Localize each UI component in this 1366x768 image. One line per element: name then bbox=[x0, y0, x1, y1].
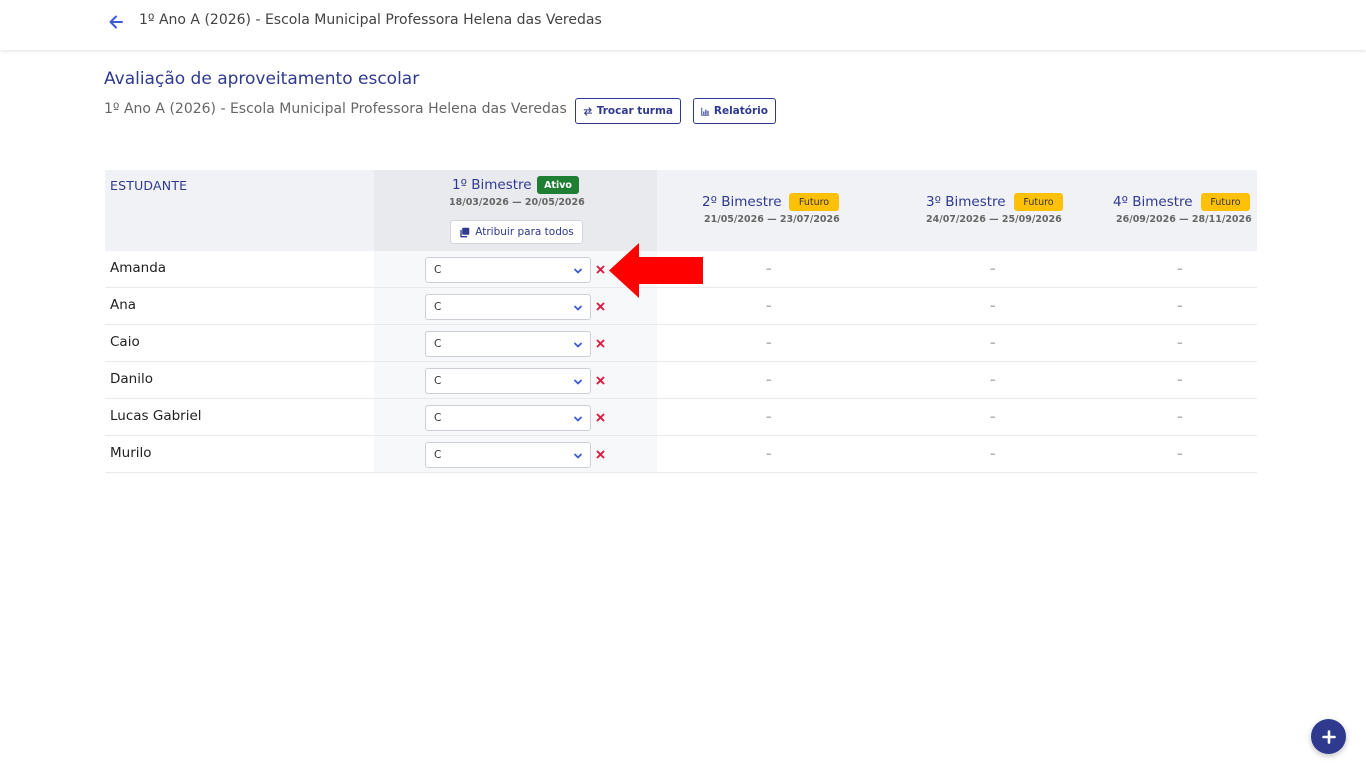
empty-grade-cell: – bbox=[990, 373, 996, 386]
empty-grade-cell: – bbox=[1177, 447, 1183, 460]
bar-chart-icon bbox=[701, 107, 710, 116]
page-title: Avaliação de aproveitamento escolar bbox=[104, 69, 420, 89]
student-name: Danilo bbox=[110, 371, 153, 387]
chevron-down-icon bbox=[574, 305, 582, 311]
close-icon[interactable] bbox=[595, 264, 606, 275]
empty-grade-cell: – bbox=[990, 447, 996, 460]
plus-icon bbox=[1321, 729, 1336, 744]
period-4-dates: 26/09/2026 — 28/11/2026 bbox=[1116, 214, 1252, 225]
empty-grade-cell: – bbox=[990, 262, 996, 275]
assign-all-button[interactable]: Atribuir para todos bbox=[450, 220, 583, 244]
student-name: Ana bbox=[110, 297, 137, 313]
empty-grade-cell: – bbox=[990, 410, 996, 423]
empty-grade-cell: – bbox=[766, 373, 772, 386]
period-2-title: 2º Bimestre bbox=[702, 194, 782, 210]
empty-grade-cell: – bbox=[1177, 299, 1183, 312]
grade-select-value: C bbox=[434, 301, 442, 313]
chevron-down-icon bbox=[574, 342, 582, 348]
chevron-down-icon bbox=[574, 379, 582, 385]
period-2-dates: 21/05/2026 — 23/07/2026 bbox=[704, 214, 840, 225]
relatorio-button[interactable]: Relatório bbox=[693, 98, 776, 124]
assign-all-label: Atribuir para todos bbox=[475, 226, 574, 238]
relatorio-label: Relatório bbox=[713, 105, 768, 117]
topbar-title: 1º Ano A (2026) - Escola Municipal Profe… bbox=[139, 12, 602, 28]
empty-grade-cell: – bbox=[990, 336, 996, 349]
period-4-status-badge: Futuro bbox=[1201, 193, 1250, 211]
empty-grade-cell: – bbox=[990, 299, 996, 312]
empty-grade-cell: – bbox=[766, 299, 772, 312]
grade-select[interactable]: C bbox=[425, 294, 591, 320]
student-name: Caio bbox=[110, 334, 140, 350]
chevron-down-icon bbox=[574, 453, 582, 459]
close-icon[interactable] bbox=[595, 449, 606, 460]
close-icon[interactable] bbox=[595, 301, 606, 312]
period-3-dates: 24/07/2026 — 25/09/2026 bbox=[926, 214, 1062, 225]
period-1-status-badge: Ativo bbox=[537, 176, 579, 194]
student-name: Murilo bbox=[110, 445, 152, 461]
student-name: Lucas Gabriel bbox=[110, 408, 202, 424]
swap-icon bbox=[583, 106, 593, 116]
close-icon[interactable] bbox=[595, 338, 606, 349]
annotation-arrow-icon bbox=[609, 243, 703, 298]
grade-select[interactable]: C bbox=[425, 442, 591, 468]
table-header bbox=[105, 170, 1257, 251]
empty-grade-cell: – bbox=[766, 336, 772, 349]
copy-icon bbox=[460, 227, 470, 237]
period-4-title: 4º Bimestre bbox=[1113, 194, 1193, 210]
empty-grade-cell: – bbox=[1177, 373, 1183, 386]
arrow-left-icon[interactable] bbox=[106, 12, 126, 32]
trocar-turma-label: Trocar turma bbox=[596, 105, 673, 117]
grade-select-value: C bbox=[434, 412, 442, 424]
page-subtitle: 1º Ano A (2026) - Escola Municipal Profe… bbox=[104, 101, 567, 117]
period-1-dates: 18/03/2026 — 20/05/2026 bbox=[449, 197, 585, 208]
table-row bbox=[105, 325, 1257, 362]
table-row bbox=[105, 436, 1257, 473]
top-bar: 1º Ano A (2026) - Escola Municipal Profe… bbox=[0, 0, 1366, 50]
empty-grade-cell: – bbox=[766, 447, 772, 460]
period-3-title: 3º Bimestre bbox=[926, 194, 1006, 210]
period-1-title: 1º Bimestre bbox=[452, 177, 532, 193]
grade-select[interactable]: C bbox=[425, 368, 591, 394]
close-icon[interactable] bbox=[595, 375, 606, 386]
close-icon[interactable] bbox=[595, 412, 606, 423]
chevron-down-icon bbox=[574, 416, 582, 422]
empty-grade-cell: – bbox=[766, 410, 772, 423]
grade-select-value: C bbox=[434, 449, 442, 461]
grade-select[interactable]: C bbox=[425, 331, 591, 357]
empty-grade-cell: – bbox=[1177, 262, 1183, 275]
table-row bbox=[105, 399, 1257, 436]
table-row bbox=[105, 362, 1257, 399]
grade-select[interactable]: C bbox=[425, 405, 591, 431]
grade-select[interactable]: C bbox=[425, 257, 591, 283]
trocar-turma-button[interactable]: Trocar turma bbox=[575, 98, 681, 124]
grade-select-value: C bbox=[434, 375, 442, 387]
grade-select-value: C bbox=[434, 264, 442, 276]
period-2-status-badge: Futuro bbox=[789, 193, 839, 211]
grade-select-value: C bbox=[434, 338, 442, 350]
student-name: Amanda bbox=[110, 260, 167, 276]
empty-grade-cell: – bbox=[1177, 336, 1183, 349]
add-fab-button[interactable] bbox=[1311, 719, 1346, 754]
empty-grade-cell: – bbox=[1177, 410, 1183, 423]
period-3-status-badge: Futuro bbox=[1014, 193, 1063, 211]
student-column-header: ESTUDANTE bbox=[110, 178, 188, 193]
empty-grade-cell: – bbox=[766, 262, 772, 275]
chevron-down-icon bbox=[574, 268, 582, 274]
